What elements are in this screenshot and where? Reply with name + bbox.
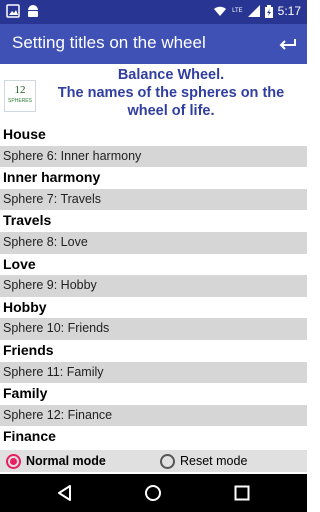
- logo-caption: SPHERES: [8, 98, 32, 104]
- battery-charging-icon: [264, 4, 273, 18]
- list-item[interactable]: Sphere 6: Inner harmony: [0, 145, 307, 168]
- list-item[interactable]: Sphere 12: Finance: [0, 404, 307, 427]
- list-item[interactable]: Sphere 11: Family: [0, 361, 307, 384]
- list-item[interactable]: Friends: [0, 339, 307, 362]
- list-item[interactable]: Love: [0, 253, 307, 276]
- radio-unchecked-icon[interactable]: [160, 453, 175, 469]
- lte-signal-icon: [247, 5, 260, 17]
- status-time: 5:17: [277, 4, 301, 18]
- header-line-1: Balance Wheel.: [117, 67, 225, 83]
- list-item[interactable]: Hobby: [0, 296, 307, 319]
- recents-square-icon[interactable]: [232, 483, 252, 503]
- reset-mode-radio[interactable]: Reset mode: [160, 450, 247, 472]
- mode-bar: Normal mode Reset mode: [0, 450, 307, 472]
- back-arrow-icon[interactable]: [275, 32, 299, 56]
- list-item[interactable]: Finance: [0, 426, 307, 448]
- android-icon: [28, 5, 38, 17]
- status-bar: LTE 5:17: [0, 0, 307, 24]
- home-circle-icon[interactable]: [143, 483, 163, 503]
- app-bar: Setting titles on the wheel: [0, 24, 307, 64]
- app-title: Setting titles on the wheel: [12, 33, 206, 52]
- list-item[interactable]: Sphere 10: Friends: [0, 318, 307, 340]
- status-bar-right: LTE 5:17: [213, 4, 301, 18]
- status-bar-left: [6, 4, 40, 18]
- list-item[interactable]: Sphere 8: Love: [0, 231, 307, 254]
- list-item[interactable]: Sphere 7: Travels: [0, 188, 307, 211]
- lte-label: LTE: [232, 8, 243, 14]
- normal-mode-label: Normal mode: [26, 454, 106, 468]
- radio-checked-icon[interactable]: [6, 453, 21, 469]
- logo: 12 SPHERES: [4, 80, 36, 112]
- list-item[interactable]: House: [0, 124, 307, 146]
- sphere-title-list: House Sphere 6: Inner harmony Inner harm…: [0, 124, 307, 448]
- list-item[interactable]: Travels: [0, 210, 307, 232]
- list-item[interactable]: Inner harmony: [0, 167, 307, 189]
- image-icon: [6, 4, 20, 18]
- normal-mode-radio[interactable]: Normal mode: [6, 450, 106, 472]
- list-item[interactable]: Sphere 9: Hobby: [0, 275, 307, 297]
- reset-mode-label: Reset mode: [180, 454, 248, 468]
- back-triangle-icon[interactable]: [55, 483, 75, 503]
- list-item[interactable]: Family: [0, 383, 307, 405]
- logo-number: 12: [14, 84, 26, 96]
- navigation-bar: [0, 474, 307, 512]
- header-line-2: The names of the spheres on the wheel of…: [57, 85, 285, 119]
- header-text: Balance Wheel. The names of the spheres …: [38, 66, 304, 120]
- wifi-icon: [214, 6, 227, 16]
